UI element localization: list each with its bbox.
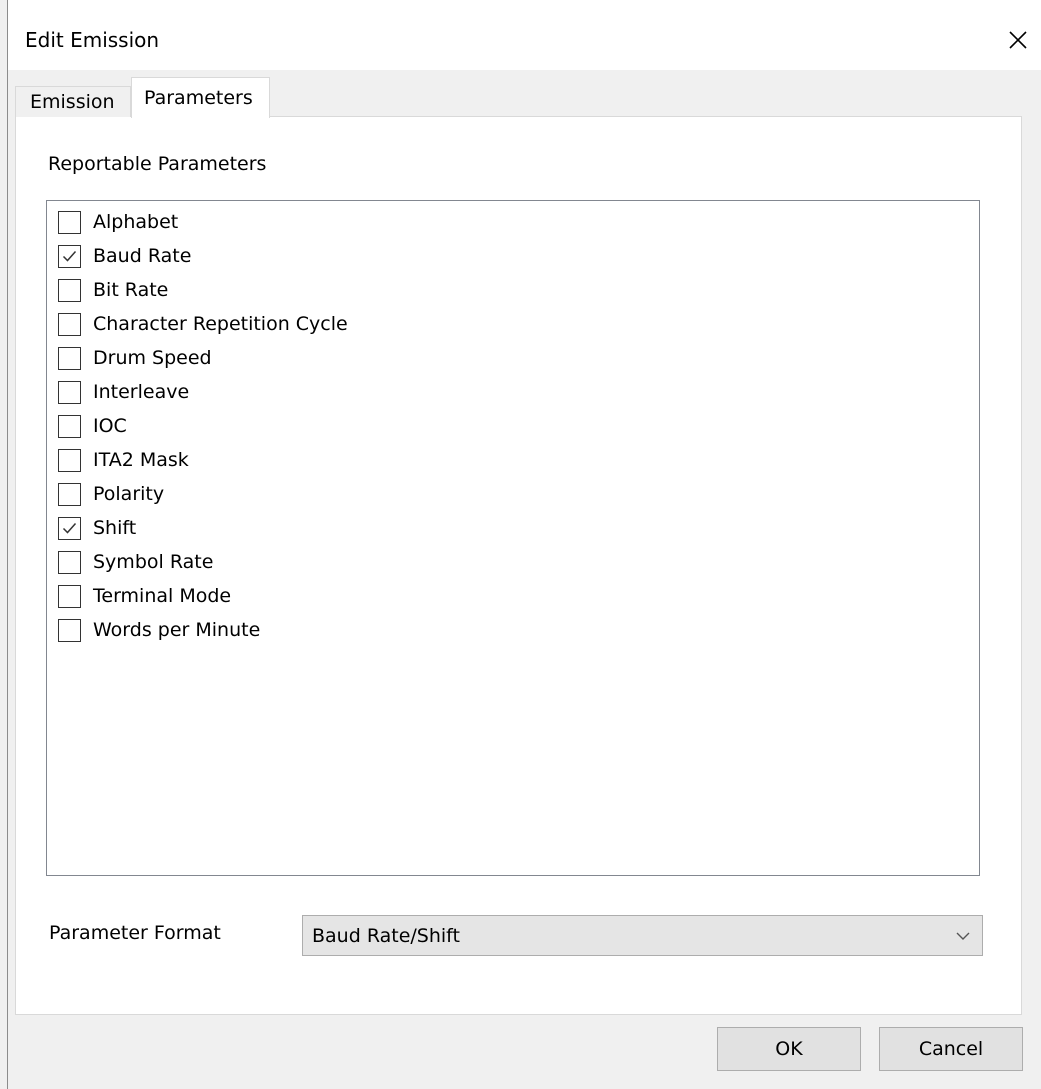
close-icon — [1009, 31, 1027, 49]
checkbox[interactable] — [58, 380, 81, 404]
parameter-item-symbol-rate[interactable]: Symbol Rate — [58, 545, 213, 579]
parameter-item-bit-rate[interactable]: Bit Rate — [58, 273, 168, 307]
parameter-item-baud-rate[interactable]: Baud Rate — [58, 239, 191, 273]
parameter-item-ita2-mask[interactable]: ITA2 Mask — [58, 443, 189, 477]
parameter-item-drum-speed[interactable]: Drum Speed — [58, 341, 212, 375]
checkbox[interactable] — [58, 584, 81, 608]
ok-button[interactable]: OK — [717, 1027, 861, 1071]
checkbox[interactable] — [58, 210, 81, 234]
background-window-edge — [0, 0, 8, 1089]
checkbox[interactable] — [58, 448, 81, 472]
parameter-label: Shift — [93, 517, 137, 539]
parameter-label: IOC — [93, 415, 127, 437]
parameter-format-select[interactable]: Baud Rate/Shift — [302, 915, 983, 956]
parameter-item-words-per-minute[interactable]: Words per Minute — [58, 613, 260, 647]
checkbox[interactable] — [58, 482, 81, 506]
parameter-label: Symbol Rate — [93, 551, 214, 573]
parameter-label: Words per Minute — [93, 619, 261, 641]
parameter-item-polarity[interactable]: Polarity — [58, 477, 164, 511]
parameter-label: Terminal Mode — [93, 585, 232, 607]
parameter-label: Alphabet — [93, 211, 179, 233]
checkbox[interactable] — [58, 618, 81, 642]
parameter-item-shift[interactable]: Shift — [58, 511, 136, 545]
tab-emission[interactable]: Emission — [15, 86, 131, 117]
parameter-label: Drum Speed — [93, 347, 212, 369]
parameter-label: Bit Rate — [93, 279, 169, 301]
tab-parameters[interactable]: Parameters — [131, 77, 270, 118]
checkbox[interactable] — [58, 278, 81, 302]
parameter-item-ioc[interactable]: IOC — [58, 409, 127, 443]
background-window-top — [8, 0, 1041, 8]
parameter-format-value: Baud Rate/Shift — [312, 925, 460, 947]
cancel-button[interactable]: Cancel — [879, 1027, 1023, 1071]
check-icon — [62, 250, 77, 262]
check-icon — [62, 522, 77, 534]
checkbox[interactable] — [58, 244, 81, 268]
chevron-down-icon — [956, 932, 970, 940]
checkbox[interactable] — [58, 516, 81, 540]
parameter-item-interleave[interactable]: Interleave — [58, 375, 189, 409]
reportable-parameters-label: Reportable Parameters — [48, 153, 267, 175]
parameter-label: Baud Rate — [93, 245, 192, 267]
checkbox[interactable] — [58, 414, 81, 438]
parameters-checklist[interactable]: Alphabet Baud Rate Bit Rate Character Re… — [46, 200, 980, 876]
tab-emission-label: Emission — [30, 91, 115, 113]
close-button[interactable] — [995, 20, 1041, 60]
parameter-label: Character Repetition Cycle — [93, 313, 348, 335]
parameter-label: ITA2 Mask — [93, 449, 189, 471]
checkbox[interactable] — [58, 312, 81, 336]
parameter-format-label: Parameter Format — [49, 922, 221, 944]
parameter-item-character-repetition-cycle[interactable]: Character Repetition Cycle — [58, 307, 348, 341]
dialog-title: Edit Emission — [25, 28, 160, 52]
parameter-item-alphabet[interactable]: Alphabet — [58, 205, 178, 239]
parameter-label: Interleave — [93, 381, 190, 403]
checkbox[interactable] — [58, 346, 81, 370]
parameter-label: Polarity — [93, 483, 165, 505]
tab-parameters-label: Parameters — [144, 87, 253, 109]
title-bar[interactable]: Edit Emission — [8, 8, 1041, 70]
checkbox[interactable] — [58, 550, 81, 574]
parameter-item-terminal-mode[interactable]: Terminal Mode — [58, 579, 231, 613]
